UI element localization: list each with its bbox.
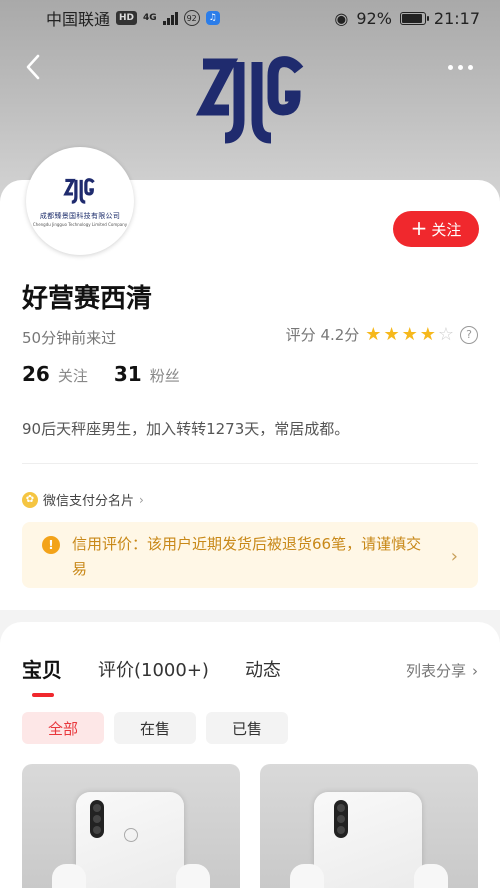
banner-logo [195, 56, 304, 144]
active-tab-indicator [32, 693, 54, 697]
more-button[interactable] [440, 55, 480, 79]
follow-count: 26 [22, 362, 50, 386]
filter-all[interactable]: 全部 [22, 712, 104, 744]
more-dots-icon [447, 64, 453, 70]
star-icon: ★ [383, 323, 400, 345]
rating: 评分 4.2分 ★ ★ ★ ★ ☆ ? [286, 324, 478, 345]
product-image [76, 792, 184, 888]
star-icon: ★ [365, 323, 382, 345]
avatar-company-en: Chengdu Jingguo Technology Limited Compa… [32, 222, 128, 227]
follow-stat[interactable]: 26 关注 [22, 362, 88, 386]
filter-sold[interactable]: 已售 [206, 712, 288, 744]
list-share-label: 列表分享 [405, 662, 466, 680]
list-share-button[interactable]: 列表分享 › [406, 660, 478, 681]
tab-activity[interactable]: 动态 [245, 656, 281, 682]
chevron-right-icon: › [139, 492, 144, 507]
eye-icon: ◉ [334, 8, 349, 28]
chevron-left-icon [26, 54, 40, 80]
tab-items[interactable]: 宝贝 [22, 654, 62, 683]
last-seen: 50分钟前来过 [22, 329, 117, 347]
warning-icon: ! [42, 536, 60, 554]
star-icon: ★ [419, 323, 436, 345]
battery-icon [399, 11, 429, 25]
fans-count: 31 [113, 362, 142, 386]
stats: 26 关注 31 粉丝 [22, 362, 180, 386]
fans-stat[interactable]: 31 粉丝 [114, 362, 180, 386]
follow-label: 关注 [431, 220, 462, 239]
hd-badge: HD [116, 11, 138, 25]
filter-on-sale[interactable]: 在售 [114, 712, 196, 744]
rating-label: 评分 4.2分 [285, 326, 360, 344]
avatar[interactable]: 成都臻景国科技有限公司 Chengdu Jingguo Technology L… [26, 147, 134, 255]
product-card[interactable] [260, 764, 478, 888]
plus-icon: + [410, 216, 428, 240]
star-icon: ★ [401, 323, 418, 345]
divider [22, 463, 478, 464]
tab-reviews[interactable]: 评价(1000+) [98, 656, 209, 682]
network-type: 4G [143, 13, 157, 23]
wechat-label: 微信支付分名片 [43, 494, 135, 509]
avatar-company-cn: 成都臻景国科技有限公司 [39, 212, 121, 220]
help-icon[interactable]: ? [460, 325, 478, 344]
filter-chips: 全部 在售 已售 [22, 712, 288, 744]
product-image [314, 792, 422, 888]
bio: 90后天秤座男生，加入转转1273天，常居成都。 [22, 420, 350, 438]
product-card[interactable] [22, 764, 240, 888]
chevron-right-icon: › [472, 661, 478, 680]
wechat-pay-card-link[interactable]: ✿ 微信支付分名片 › [22, 490, 144, 509]
credit-alert[interactable]: ! 信用评价：该用户近期发货后被退货66笔，请谨慎交易 › [22, 522, 478, 588]
tab-bar: 宝贝 评价(1000+) 动态 [22, 654, 317, 683]
notification-count-icon: 92 [183, 10, 200, 26]
music-app-icon: ♫ [205, 11, 220, 25]
fans-count-label: 粉丝 [149, 367, 180, 385]
follow-button[interactable]: + 关注 [393, 211, 479, 247]
follow-count-label: 关注 [57, 367, 88, 385]
rating-stars: ★ ★ ★ ★ ☆ [365, 323, 454, 345]
clock: 21:17 [433, 8, 480, 28]
chevron-right-icon: › [450, 546, 458, 567]
shop-name: 好营赛西清 [22, 284, 153, 314]
carrier-label: 中国联通 [46, 10, 111, 29]
status-bar: 中国联通 HD 4G 92 ♫ ◉ 92% 21:17 [0, 0, 500, 36]
credit-alert-text: 信用评价：该用户近期发货后被退货66笔，请谨慎交易 [72, 535, 422, 578]
avatar-logo [63, 178, 95, 204]
back-button[interactable] [18, 52, 48, 82]
signal-icon [162, 11, 178, 25]
battery-percent: 92% [356, 8, 392, 28]
wechat-score-icon: ✿ [22, 491, 38, 508]
star-empty-icon: ☆ [437, 323, 454, 345]
